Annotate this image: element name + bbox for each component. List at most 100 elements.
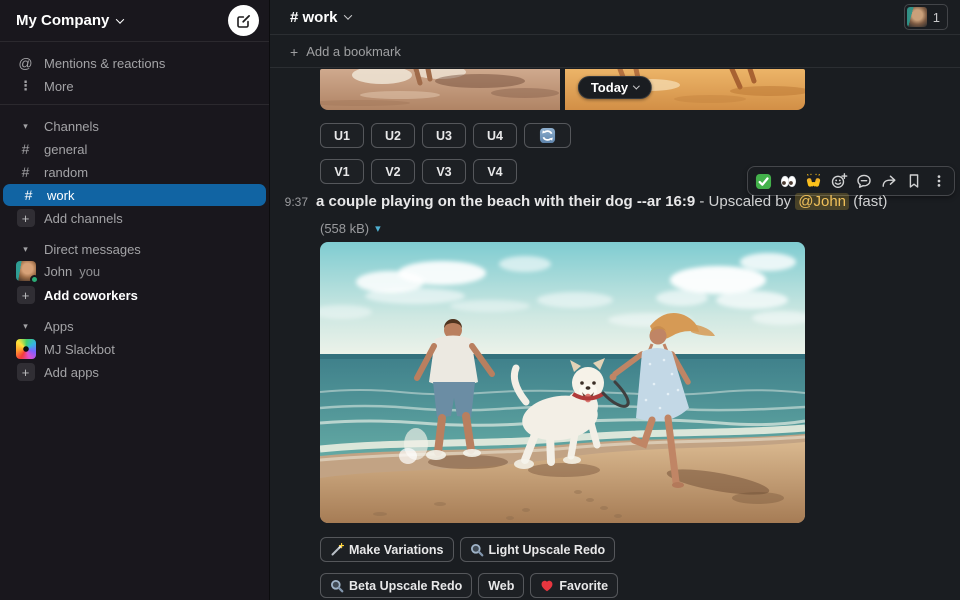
speed-text: (fast) xyxy=(849,193,887,210)
user-mention[interactable]: @John xyxy=(795,193,849,210)
share-message-button[interactable] xyxy=(876,169,901,193)
button-label: Light Upscale Redo xyxy=(489,543,606,557)
section-collapse-icon: ▾ xyxy=(15,321,36,332)
previous-grid-image[interactable] xyxy=(320,69,805,110)
react-white-check-mark-button[interactable] xyxy=(751,169,776,193)
make-variations-button[interactable]: Make Variations xyxy=(320,537,454,562)
channel-header: # work 1 xyxy=(270,0,960,35)
u4-button[interactable]: U4 xyxy=(473,123,517,148)
workspace-switcher[interactable]: My Company xyxy=(16,12,123,29)
compose-icon xyxy=(236,13,251,28)
sidebar-item-random[interactable]: # random xyxy=(0,161,269,183)
apps-section-header[interactable]: ▾ Apps xyxy=(0,315,269,337)
chevron-down-icon xyxy=(343,11,351,19)
dms-section-header[interactable]: ▾ Direct messages xyxy=(0,238,269,260)
add-apps-button[interactable]: + Add apps xyxy=(0,361,269,383)
beach-photo xyxy=(320,242,805,523)
section-label: Apps xyxy=(44,319,74,334)
variation-button-row: V1 V2 V3 V4 xyxy=(320,159,517,184)
slack-app: My Company @ Mentions & reactions ⋮ More… xyxy=(0,0,960,600)
button-label: Web xyxy=(488,579,514,593)
john-avatar xyxy=(16,261,36,281)
message-text: a couple playing on the beach with their… xyxy=(316,193,887,210)
sidebar-item-dm-john[interactable]: Johnyou xyxy=(0,259,269,283)
button-label: Beta Upscale Redo xyxy=(349,579,462,593)
workspace-header: My Company xyxy=(0,0,269,42)
section-collapse-icon: ▾ xyxy=(15,121,36,132)
save-bookmark-button[interactable] xyxy=(901,169,926,193)
date-divider-button[interactable]: Today xyxy=(578,76,652,99)
sidebar-item-label: Mentions & reactions xyxy=(44,56,165,71)
beta-upscale-redo-button[interactable]: Beta Upscale Redo xyxy=(320,573,472,598)
v4-button[interactable]: V4 xyxy=(473,159,517,184)
section-collapse-icon: ▾ xyxy=(15,244,36,255)
sidebar-item-work[interactable]: # work xyxy=(3,184,266,206)
add-channels-button[interactable]: + Add channels xyxy=(0,207,269,229)
channel-label: work xyxy=(47,188,74,203)
upscale-button-row: U1 U2 U3 U4 xyxy=(320,123,571,148)
presence-online-dot xyxy=(30,275,39,284)
sidebar-item-more[interactable]: ⋮ More xyxy=(0,75,269,97)
button-label: Make Variations xyxy=(349,543,444,557)
app-label: MJ Slackbot xyxy=(44,342,115,357)
u3-button[interactable]: U3 xyxy=(422,123,466,148)
reply-thread-button[interactable] xyxy=(851,169,876,193)
message-list: Today U1 U2 U3 U4 xyxy=(270,68,960,600)
channels-section-header[interactable]: ▾ Channels xyxy=(0,115,269,137)
sidebar-item-label: More xyxy=(44,79,74,94)
collapse-attachment-button[interactable]: ▾ xyxy=(375,222,381,235)
sidebar: My Company @ Mentions & reactions ⋮ More… xyxy=(0,0,270,600)
v2-button[interactable]: V2 xyxy=(371,159,415,184)
plus-icon: + xyxy=(17,363,35,381)
add-bookmark-button[interactable]: Add a bookmark xyxy=(306,44,401,59)
more-actions-button[interactable] xyxy=(926,169,951,193)
v1-button[interactable]: V1 xyxy=(320,159,364,184)
add-reaction-icon xyxy=(830,172,848,190)
light-upscale-redo-button[interactable]: Light Upscale Redo xyxy=(460,537,616,562)
react-raised-hands-button[interactable] xyxy=(801,169,826,193)
prompt-text: a couple playing on the beach with their… xyxy=(316,193,695,210)
sidebar-item-general[interactable]: # general xyxy=(0,138,269,160)
upscaled-image[interactable] xyxy=(320,242,805,523)
image-actions-row-2: Beta Upscale Redo Web Favorite xyxy=(320,573,618,598)
red-heart-emoji xyxy=(540,579,554,593)
share-icon xyxy=(880,172,898,190)
button-label: Favorite xyxy=(559,579,608,593)
new-message-button[interactable] xyxy=(228,5,259,36)
hash-icon: # xyxy=(18,187,39,203)
sidebar-item-mentions[interactable]: @ Mentions & reactions xyxy=(0,52,269,74)
dm-you-suffix: you xyxy=(79,264,100,279)
u1-button[interactable]: U1 xyxy=(320,123,364,148)
hash-icon: # xyxy=(15,141,36,157)
add-coworkers-label: Add coworkers xyxy=(44,288,138,303)
member-count-button[interactable]: 1 xyxy=(904,4,948,30)
add-reaction-button[interactable] xyxy=(826,169,851,193)
sidebar-divider xyxy=(0,104,269,105)
favorite-button[interactable]: Favorite xyxy=(530,573,618,598)
attachment-meta: (558 kB) ▾ xyxy=(320,221,381,236)
member-avatar xyxy=(907,7,927,27)
plus-icon: + xyxy=(290,44,298,60)
v3-button[interactable]: V3 xyxy=(422,159,466,184)
workspace-name: My Company xyxy=(16,12,109,29)
magnifying-glass-emoji xyxy=(470,543,484,557)
reroll-button[interactable] xyxy=(524,123,571,148)
web-button[interactable]: Web xyxy=(478,573,524,598)
file-size: (558 kB) xyxy=(320,221,369,236)
chevron-down-icon xyxy=(116,15,124,23)
message-row: 9:37 a couple playing on the beach with … xyxy=(270,193,960,210)
channel-label: general xyxy=(44,142,87,157)
message-timestamp[interactable]: 9:37 xyxy=(270,195,316,209)
chevron-down-icon xyxy=(633,83,640,90)
sidebar-item-mj-slackbot[interactable]: MJ Slackbot xyxy=(0,337,269,361)
message-hover-toolbar xyxy=(747,166,955,196)
add-coworkers-button[interactable]: + Add coworkers xyxy=(0,284,269,306)
refresh-emoji xyxy=(539,127,556,144)
channel-title-button[interactable]: # work xyxy=(290,9,351,26)
bookmark-icon xyxy=(905,172,923,190)
u2-button[interactable]: U2 xyxy=(371,123,415,148)
mj-slackbot-icon xyxy=(16,339,36,359)
thread-icon xyxy=(855,172,873,190)
channel-title: # work xyxy=(290,9,338,26)
react-eyes-button[interactable] xyxy=(776,169,801,193)
